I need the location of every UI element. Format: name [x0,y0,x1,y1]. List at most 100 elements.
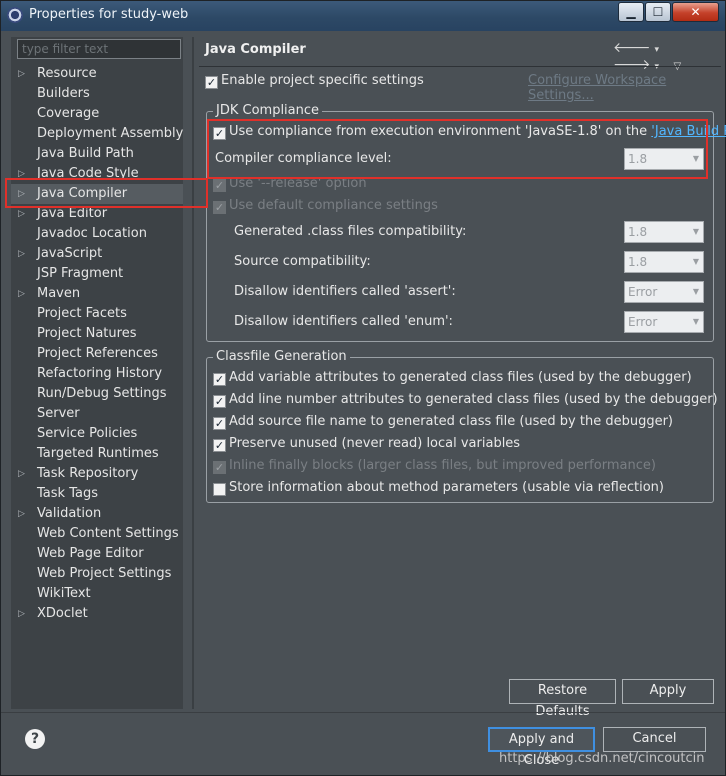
tree-item-label: Service Policies [37,426,138,441]
tree-item[interactable]: ▷ JavaScript [11,244,183,264]
tree-item[interactable]: Javadoc Location [11,224,183,244]
expand-arrow-icon[interactable]: ▷ [18,244,25,264]
classfile-option[interactable]: ✓ Add variable attributes to generated cl… [213,368,692,388]
apply-and-close-button[interactable]: Apply and Close [488,727,595,768]
tree-item[interactable]: Web Content Settings [11,524,183,544]
enable-specific-checkbox[interactable]: ✓ Enable project specific settings [205,71,424,91]
tree-item[interactable]: Java Build Path [11,144,183,164]
tree-item-label: Maven [37,286,81,301]
source-compat-select[interactable]: 1.8 ▼ [624,251,704,273]
eclipse-icon [7,7,23,23]
classfile-option[interactable]: ✓ Add source file name to generated class… [213,412,673,432]
chevron-down-icon[interactable]: ▾ [655,62,660,72]
tree-item-label: Validation [37,506,102,521]
tree-item-label: Refactoring History [37,366,163,381]
page-navigation: 🡐▾ 🡒▾ ▽ [613,39,725,73]
tree-item[interactable]: Targeted Runtimes [11,444,183,464]
generated-compat-select[interactable]: 1.8 ▼ [624,221,704,243]
pane-splitter[interactable] [192,37,194,709]
cancel-button[interactable]: Cancel [603,727,706,752]
maximize-button[interactable]: ☐ [645,2,671,22]
tree-item[interactable]: Refactoring History [11,364,183,384]
expand-arrow-icon[interactable]: ▷ [18,284,25,304]
tree-item[interactable]: ▷ XDoclet [11,604,183,624]
filter-input[interactable]: type filter text [17,39,181,59]
tree-item[interactable]: ▷ Resource [11,64,183,84]
checkbox-checked[interactable]: ✓ [213,395,226,408]
properties-dialog: Properties for study-web ▁ ☐ ✕ type filt… [0,0,726,776]
enum-label: Disallow identifiers called 'enum': [234,314,453,329]
tree-item[interactable]: WikiText [11,584,183,604]
tree-item[interactable]: JSP Fragment [11,264,183,284]
checkbox-checked[interactable]: ✓ [213,439,226,452]
tree-item-label: Project Natures [37,326,137,341]
checkbox-checked[interactable]: ✓ [213,373,226,386]
chevron-down-icon: ▼ [692,227,699,236]
checkbox-unchecked[interactable]: ✓ [213,483,226,496]
expand-arrow-icon[interactable]: ▷ [18,504,25,524]
expand-arrow-icon[interactable]: ▷ [18,64,25,84]
tree-item[interactable]: Service Policies [11,424,183,444]
group-legend: JDK Compliance [213,103,323,118]
assert-select[interactable]: Error ▼ [624,281,704,303]
tree-item[interactable]: Builders [11,84,183,104]
tree-item[interactable]: ▷ Maven [11,284,183,304]
forward-arrow-icon[interactable]: 🡒 [613,57,651,73]
classfile-option[interactable]: ✓ Add line number attributes to generated… [213,390,718,410]
tree-item[interactable]: Coverage [11,104,183,124]
tree-item-label: Deployment Assembly [37,126,184,141]
help-icon[interactable]: ? [25,729,45,749]
tree-item-label: Targeted Runtimes [37,446,159,461]
tree-item-label: Project Facets [37,306,127,321]
checkbox-checked[interactable]: ✓ [205,76,218,89]
tree-item-label: Task Tags [37,486,98,501]
chevron-down-icon: ▼ [692,287,699,296]
tree-item-label: XDoclet [37,606,88,621]
tree-item-label: Web Page Editor [37,546,144,561]
window-title: Properties for study-web [29,7,189,22]
tree-item[interactable]: Deployment Assembly [11,124,183,144]
minimize-button[interactable]: ▁ [618,2,644,22]
tree-item-label: Java Editor [37,206,108,221]
tree-item[interactable]: Web Project Settings [11,564,183,584]
tree-item-label: Javadoc Location [37,226,147,241]
classfile-option[interactable]: ✓ Preserve unused (never read) local vari… [213,434,520,454]
chevron-down-icon[interactable]: ▾ [655,45,660,55]
preference-tree: ▷ Resource Builders Coverage Deployment Asse… [11,64,183,624]
tree-item-label: Java Build Path [37,146,134,161]
tree-item-label: Run/Debug Settings [37,386,167,401]
highlight-box [207,119,708,179]
tree-item[interactable]: Run/Debug Settings [11,384,183,404]
watermark: https://blog.csdn.net/cincoutcin [499,751,705,766]
assert-label: Disallow identifiers called 'assert': [234,284,456,299]
tree-item[interactable]: Project Natures [11,324,183,344]
checkbox-checked[interactable]: ✓ [213,417,226,430]
back-arrow-icon[interactable]: 🡐 [613,40,651,56]
tree-item[interactable]: Project Facets [11,304,183,324]
checkbox-checked[interactable]: ✓ [213,201,226,214]
preference-tree-pane: type filter text ▷ Resource Builders Covera… [11,37,183,709]
apply-button[interactable]: Apply [622,679,714,704]
restore-defaults-button[interactable]: Restore Defaults [509,679,616,719]
close-window-button[interactable]: ✕ [672,2,719,22]
tree-item[interactable]: Server [11,404,183,424]
checkbox-checked[interactable]: ✓ [213,461,226,474]
tree-item[interactable]: ▷ Validation [11,504,183,524]
classfile-option[interactable]: ✓ Inline finally blocks (larger class fil… [213,456,656,476]
configure-workspace-link[interactable]: Configure Workspace Settings... [528,73,725,103]
expand-arrow-icon[interactable]: ▷ [18,464,25,484]
tree-item[interactable]: ▷ Task Repository [11,464,183,484]
expand-arrow-icon[interactable]: ▷ [18,604,25,624]
title-bar: Properties for study-web ▁ ☐ ✕ [1,1,725,31]
chevron-down-icon: ▼ [692,257,699,266]
tree-item[interactable]: Project References [11,344,183,364]
checkbox-unchecked[interactable]: ✓ [213,179,226,192]
tree-item[interactable]: Web Page Editor [11,544,183,564]
footer-separator [1,712,725,713]
classfile-option[interactable]: ✓Store information about method paramete… [213,478,664,498]
highlight-box [5,178,208,208]
enum-select[interactable]: Error ▼ [624,311,704,333]
use-default-checkbox[interactable]: ✓ Use default compliance settings [213,196,438,216]
tree-item[interactable]: Task Tags [11,484,183,504]
title-separator [199,66,721,67]
